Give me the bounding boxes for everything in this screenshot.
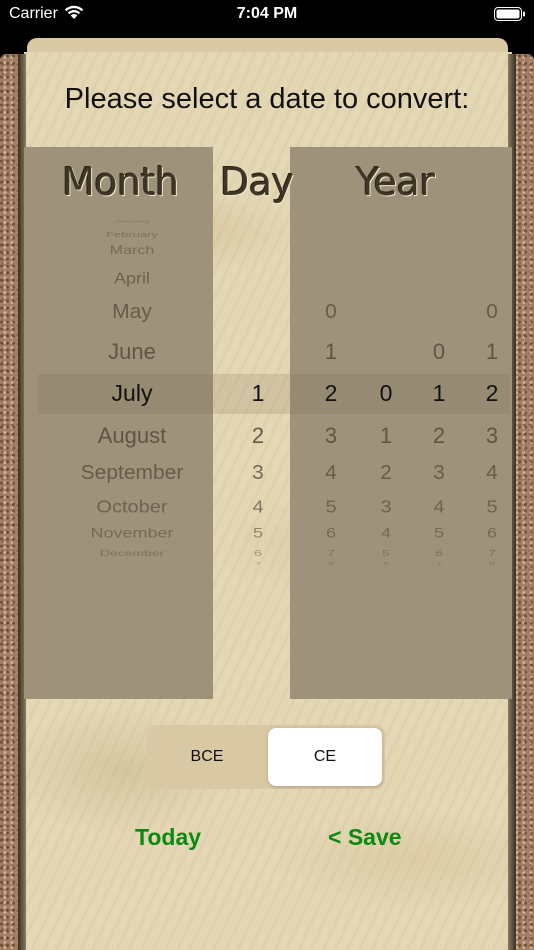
year-digit-4-wheel-item[interactable]: 6 [487,526,497,542]
month-wheel-item[interactable]: October [96,497,167,518]
year-digit-1-wheel-item[interactable]: 5 [325,497,336,518]
day-wheel-item[interactable]: 1 [252,380,265,407]
month-wheel-item[interactable]: December [100,548,165,557]
year-digit-3-wheel-item[interactable]: 4 [433,497,444,518]
year-digit-1-wheel-item[interactable]: 4 [325,462,337,485]
year-digit-1-wheel-item[interactable]: 6 [326,526,336,542]
month-wheel-item[interactable]: April [114,269,150,287]
year-digit-1-wheel-item[interactable]: 3 [325,423,337,449]
day-wheel-item[interactable]: 4 [252,497,263,518]
year-digit-2-wheel-item[interactable]: 1 [380,423,392,449]
year-digit-3-wheel-item[interactable]: 5 [434,526,444,542]
year-digit-4-wheel-item[interactable]: 4 [486,462,498,485]
year-column-header: Year [356,160,435,204]
year-digit-2-wheel-item[interactable]: 5 [382,548,390,557]
month-wheel-item[interactable]: June [108,339,156,365]
year-digit-4-wheel-item[interactable]: 1 [486,339,498,365]
year-digit-2-wheel-item[interactable]: 0 [380,380,393,407]
year-wheel[interactable] [290,147,512,699]
year-digit-1-wheel-item[interactable]: 7 [327,548,335,557]
day-wheel-item[interactable]: 7 [255,562,261,567]
day-wheel-item[interactable]: 3 [252,462,264,485]
month-wheel-item[interactable]: February [106,231,158,239]
year-digit-3-wheel-item[interactable]: 6 [435,548,443,557]
status-time: 7:04 PM [236,5,298,22]
battery-icon [494,7,525,21]
save-button[interactable]: < Save [328,824,402,851]
year-digit-3-wheel-item[interactable]: 1 [433,380,446,407]
day-column-header: Day [220,160,294,204]
month-wheel-item[interactable]: November [90,526,173,542]
year-digit-3-wheel-item[interactable]: 7 [436,562,442,567]
page-title: Please select a date to convert: [64,83,470,115]
status-bar: Carrier 7:04 PM [0,0,534,40]
year-digit-1-wheel-item[interactable]: 0 [325,301,337,324]
year-digit-4-wheel-item[interactable]: 7 [488,548,496,557]
day-wheel-item[interactable]: 5 [253,526,263,542]
month-wheel-item[interactable]: January [114,220,150,224]
month-wheel-item[interactable]: May [112,301,152,324]
year-digit-3-wheel-item[interactable]: 2 [433,423,445,449]
month-wheel-item[interactable]: March [110,245,154,259]
month-column-header: Month [62,160,179,204]
day-wheel-item[interactable]: 6 [254,548,262,557]
era-ce-option[interactable]: CE [268,728,382,786]
year-digit-4-wheel-item[interactable]: 0 [486,301,498,324]
era-bce-option[interactable]: BCE [150,728,264,786]
year-digit-2-wheel-item[interactable]: 3 [380,497,391,518]
year-digit-2-wheel-item[interactable]: 4 [381,526,391,542]
year-digit-3-wheel-item[interactable]: 0 [433,339,445,365]
era-segmented-control[interactable]: BCE CE [147,725,385,789]
month-wheel-item[interactable]: August [98,423,167,449]
year-digit-1-wheel-item[interactable]: 1 [325,339,337,365]
year-digit-1-wheel-item[interactable]: 8 [328,562,334,567]
day-wheel-item[interactable]: 2 [252,423,264,449]
year-digit-3-wheel-item[interactable]: 3 [433,462,445,485]
year-digit-4-wheel-item[interactable]: 5 [486,497,497,518]
year-digit-1-wheel-item[interactable]: 2 [325,380,338,407]
year-digit-4-wheel-item[interactable]: 8 [489,562,495,567]
year-digit-4-wheel-item[interactable]: 2 [486,380,499,407]
year-digit-2-wheel-item[interactable]: 6 [383,562,389,567]
month-wheel-item[interactable]: September [81,462,184,485]
month-wheel-item[interactable]: July [112,380,153,407]
year-digit-2-wheel-item[interactable]: 2 [380,462,392,485]
today-button[interactable]: Today [135,824,201,851]
year-digit-4-wheel-item[interactable]: 3 [486,423,498,449]
